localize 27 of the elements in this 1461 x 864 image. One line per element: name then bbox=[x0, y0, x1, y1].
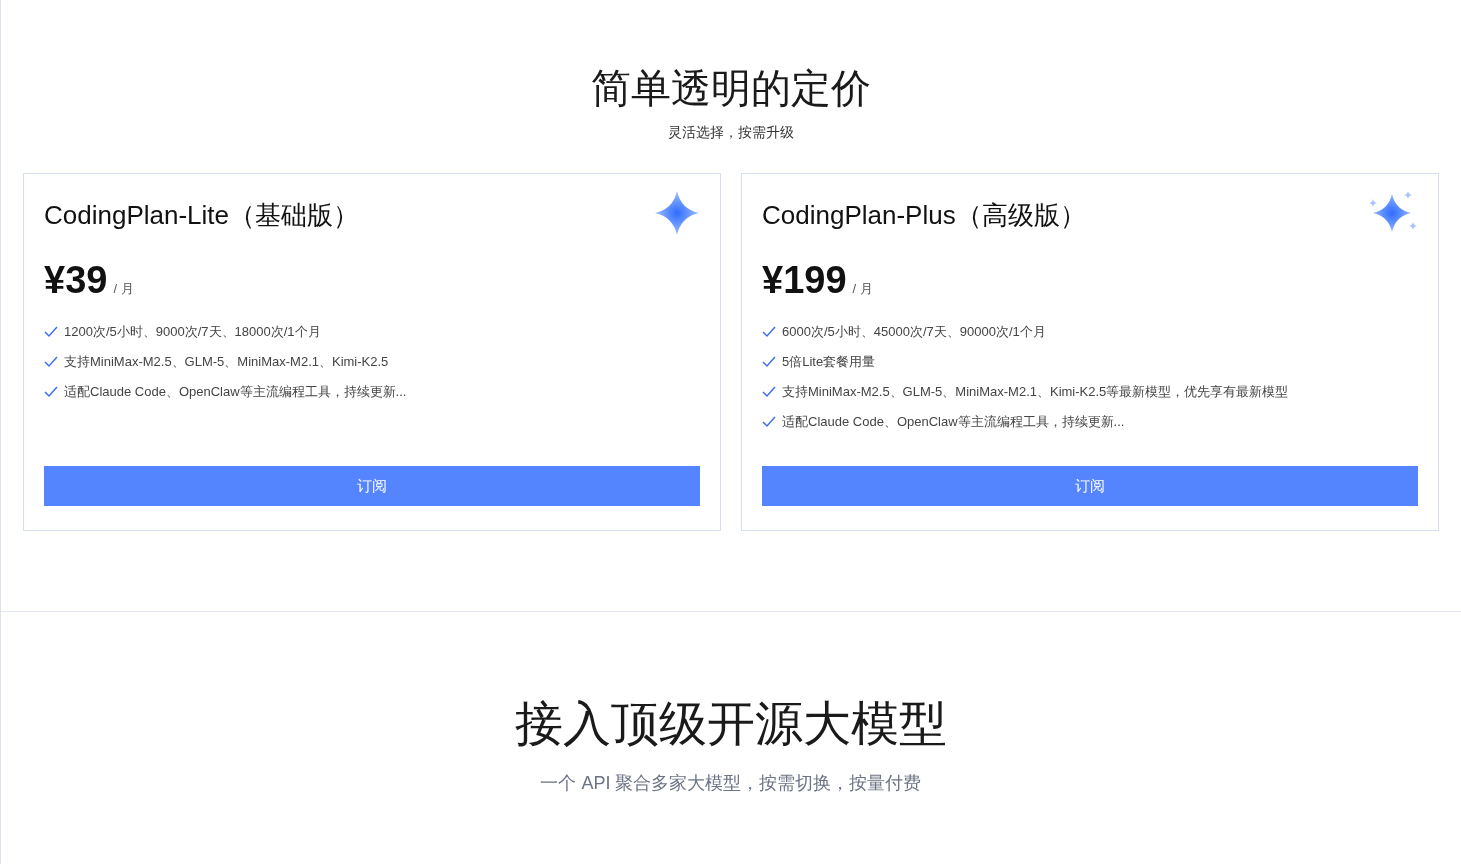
check-icon bbox=[762, 325, 776, 338]
section-subtitle: 灵活选择，按需升级 bbox=[668, 123, 794, 142]
subscribe-button[interactable]: 订阅 bbox=[44, 466, 700, 506]
feature-text: 支持MiniMax-M2.5、GLM-5、MiniMax-M2.1、Kimi-K2.5 bbox=[64, 353, 389, 371]
plan-price: ¥39 bbox=[44, 258, 108, 302]
feature-text: 适配Claude Code、OpenClaw等主流编程工具，持续更新... bbox=[782, 413, 1125, 431]
check-icon bbox=[44, 355, 58, 368]
check-icon bbox=[44, 325, 58, 338]
check-icon bbox=[762, 415, 776, 428]
feature-text: 适配Claude Code、OpenClaw等主流编程工具，持续更新... bbox=[64, 383, 407, 401]
plan-name: CodingPlan-Lite（基础版） bbox=[44, 199, 359, 232]
section-subtitle: 一个 API 聚合多家大模型，按需切换，按量付费 bbox=[540, 772, 922, 795]
plan-name: CodingPlan-Plus（高级版） bbox=[762, 199, 1086, 232]
price-period: / 月 bbox=[113, 279, 134, 298]
plan-price: ¥199 bbox=[762, 258, 847, 302]
feature-text: 5倍Lite套餐用量 bbox=[782, 353, 876, 371]
section-title: 简单透明的定价 bbox=[591, 65, 871, 112]
subscribe-button[interactable]: 订阅 bbox=[762, 466, 1418, 506]
check-icon bbox=[762, 385, 776, 398]
feature-text: 1200次/5小时、9000次/7天、18000次/1个月 bbox=[64, 323, 321, 341]
section-title: 接入顶级开源大模型 bbox=[515, 696, 947, 752]
check-icon bbox=[762, 355, 776, 368]
feature-text: 6000次/5小时、45000次/7天、90000次/1个月 bbox=[782, 323, 1046, 341]
check-icon bbox=[44, 385, 58, 398]
price-period: / 月 bbox=[852, 279, 873, 298]
feature-text: 支持MiniMax-M2.5、GLM-5、MiniMax-M2.1、Kimi-K2.5等最新模型，优先享有最新模型 bbox=[782, 383, 1289, 401]
sparkle-icon bbox=[654, 190, 700, 236]
